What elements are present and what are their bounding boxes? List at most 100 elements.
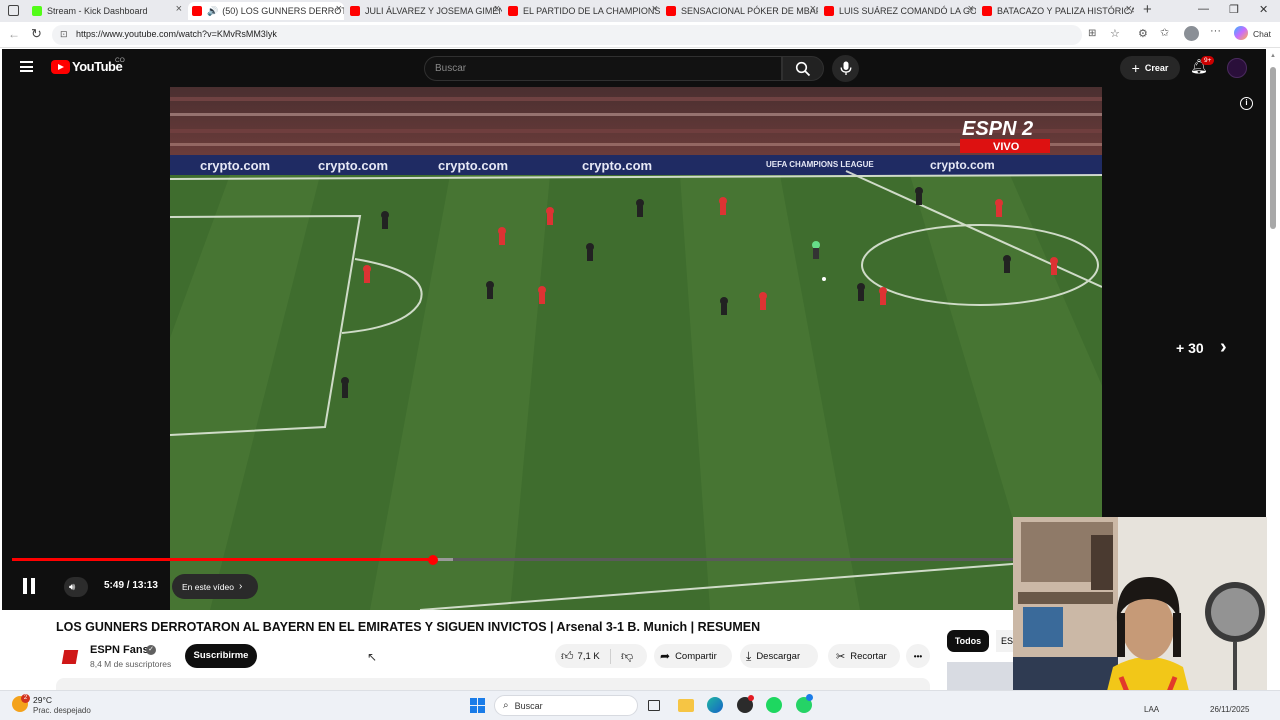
new-tab-button[interactable]: + (1143, 1, 1152, 18)
tab-title: LUIS SUÁREZ COMANDÓ LA GOL (839, 6, 976, 16)
start-icon[interactable] (470, 698, 485, 713)
share-icon: ➦ (660, 649, 671, 663)
settings-more-icon[interactable]: ··· (1210, 25, 1221, 37)
restore-icon[interactable]: ❐ (1229, 3, 1239, 16)
tab-youtube[interactable]: SENSACIONAL PÓKER DE MBAPP × (666, 2, 818, 20)
like-count: 7,1 K (577, 650, 600, 662)
chapters-button[interactable]: En este vídeo › (172, 574, 258, 599)
pitch-ad: crypto.com (200, 158, 270, 173)
like-button[interactable]: 👍︎ 7,1 K (555, 648, 611, 664)
dislike-button[interactable]: 👎︎ (611, 649, 633, 664)
youtube-icon (350, 6, 360, 16)
account-avatar[interactable] (1227, 58, 1247, 78)
share-button[interactable]: ➦ Compartir (654, 644, 732, 668)
favorites-bar-icon[interactable]: ✩ (1160, 26, 1169, 39)
verified-icon: ✓ (146, 645, 156, 655)
url-field[interactable]: ⊡ https://www.youtube.com/watch?v=KMvRsM… (52, 25, 1120, 45)
minimize-icon[interactable]: — (1198, 3, 1209, 15)
chevron-right-icon[interactable]: › (1220, 336, 1227, 359)
tab-title: JULI ÁLVAREZ Y JOSEMA GIMÉN (365, 6, 502, 16)
input-language[interactable]: LAA (1144, 705, 1159, 714)
channel-name[interactable]: ESPN Fans (90, 644, 149, 656)
youtube-icon (508, 6, 518, 16)
speaker-icon[interactable]: 🔊 (207, 6, 218, 17)
microphone-icon (840, 61, 851, 75)
extensions-icon[interactable]: ⚙ (1138, 27, 1148, 40)
app-available-icon[interactable]: ⊞ (1088, 28, 1096, 39)
page-scrollbar[interactable]: ▲ ▼ (1267, 49, 1280, 690)
close-icon[interactable]: × (1126, 3, 1132, 15)
tab-youtube[interactable]: EL PARTIDO DE LA CHAMPIONS × (508, 2, 660, 20)
search-input[interactable]: Buscar (424, 56, 782, 81)
tab-kick[interactable]: Stream - Kick Dashboard × (32, 2, 184, 20)
back-icon[interactable]: ← (8, 27, 20, 41)
edge-browser-icon[interactable] (707, 697, 723, 713)
tab-title: Stream - Kick Dashboard (47, 6, 148, 16)
scrollbar-thumb[interactable] (1270, 67, 1276, 229)
chat-label[interactable]: Chat (1253, 29, 1271, 39)
browser-tab-strip: Stream - Kick Dashboard × 🔊 (50) LOS GUN… (0, 0, 1280, 22)
tab-youtube[interactable]: BATACAZO Y PALIZA HISTÓRICA × (982, 2, 1134, 20)
tab-youtube[interactable]: LUIS SUÁREZ COMANDÓ LA GOL × (824, 2, 976, 20)
pause-icon[interactable] (22, 578, 36, 594)
close-icon[interactable]: × (494, 3, 500, 15)
window-close-icon[interactable]: ✕ (1259, 3, 1268, 16)
search-placeholder: Buscar (435, 63, 467, 74)
clip-button[interactable]: ✂ Recortar (828, 644, 900, 668)
video-frame[interactable]: crypto.com crypto.com crypto.com crypto.… (170, 87, 1102, 610)
scrubber-handle[interactable] (428, 554, 439, 565)
pitch-ad: UEFA CHAMPIONS LEAGUE (766, 160, 874, 169)
filter-chip-all[interactable]: Todos (947, 630, 989, 652)
recommended-thumbnail[interactable] (947, 662, 1013, 690)
taskbar-search-label: Buscar (514, 700, 543, 711)
address-bar-row: ← ↻ ⊡ https://www.youtube.com/watch?v=KM… (0, 22, 1280, 48)
create-button[interactable]: + Crear (1120, 56, 1180, 80)
close-icon[interactable]: × (968, 3, 974, 15)
info-icon[interactable]: i (1240, 97, 1253, 110)
search-button[interactable] (782, 56, 824, 81)
spotify-icon[interactable] (766, 697, 782, 713)
refresh-icon[interactable]: ↻ (31, 26, 42, 42)
copilot-icon[interactable] (1234, 26, 1248, 40)
kick-icon (32, 6, 42, 16)
menu-icon[interactable] (20, 61, 33, 72)
weather-condition[interactable]: Prac. despejado (33, 706, 91, 715)
create-label: Crear (1144, 63, 1169, 73)
file-explorer-icon[interactable] (678, 699, 694, 712)
voice-search-button[interactable] (832, 55, 859, 82)
close-icon[interactable]: × (176, 3, 182, 15)
webcam-image (1013, 517, 1267, 707)
url-text: https://www.youtube.com/watch?v=KMvRsMM3… (76, 29, 277, 39)
youtube-header: YouTube CO Buscar + Crear 🔔︎ 9+ (2, 49, 1266, 87)
tab-youtube-active[interactable]: 🔊 (50) LOS GUNNERS DERROTA × (188, 2, 344, 20)
video-title: LOS GUNNERS DERROTARON AL BAYERN EN EL E… (56, 620, 761, 634)
close-icon[interactable]: × (810, 3, 816, 15)
scissors-icon: ✂ (836, 650, 846, 663)
youtube-logo-icon[interactable] (51, 60, 70, 74)
temperature[interactable]: 29°C (33, 695, 52, 705)
taskbar-search[interactable]: ⌕ Buscar (494, 695, 638, 716)
channel-avatar[interactable] (59, 646, 81, 668)
favorite-icon[interactable]: ☆ (1110, 27, 1120, 40)
notification-badge: 9+ (1201, 56, 1215, 65)
more-actions-button[interactable]: ••• (906, 644, 930, 668)
skip-forward-button[interactable]: + 30 (1176, 340, 1204, 356)
clock-date[interactable]: 26/11/2025 (1210, 705, 1249, 714)
youtube-icon (824, 6, 834, 16)
tab-actions-icon[interactable] (8, 5, 19, 16)
close-icon[interactable]: × (336, 3, 342, 15)
tab-youtube[interactable]: JULI ÁLVAREZ Y JOSEMA GIMÉN × (350, 2, 502, 20)
youtube-icon (192, 6, 202, 16)
subscriber-count: 8,4 M de suscriptores (90, 659, 172, 669)
progress-bar[interactable] (12, 554, 1015, 565)
download-button[interactable]: ⤓ Descargar (740, 644, 818, 668)
webcam-overlay (1013, 517, 1267, 707)
subscribe-button[interactable]: Suscribirme (185, 644, 257, 668)
task-view-icon[interactable] (648, 700, 660, 711)
volume-icon[interactable]: 🔊︎ (64, 577, 88, 597)
time-display: 5:49 / 13:13 (104, 580, 158, 591)
site-info-icon[interactable]: ⊡ (60, 29, 68, 40)
profile-avatar[interactable] (1184, 26, 1199, 41)
tab-title: SENSACIONAL PÓKER DE MBAPP (681, 6, 818, 16)
close-icon[interactable]: × (652, 3, 658, 15)
